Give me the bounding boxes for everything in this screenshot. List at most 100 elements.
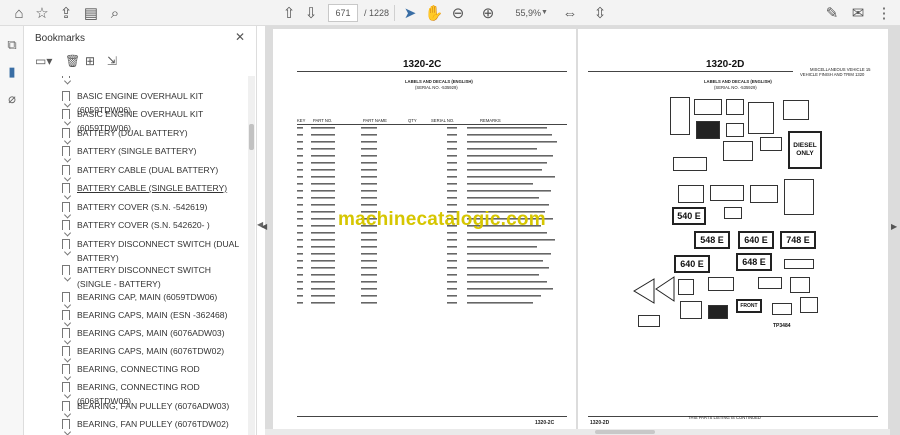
bookmark-item[interactable]: BATTERY DISCONNECT SWITCH (SINGLE - BATT… [25,263,247,291]
decal-illustration [758,277,782,289]
search-icon[interactable]: ⌕ [105,3,125,23]
bookmark-item[interactable]: BASIC LOCKING & WINCH SIDE SHIELD [25,76,247,82]
bookmark-item[interactable]: BEARING CAP, MAIN (6059TDW06) [25,290,247,306]
bookmark-label: BATTERY COVER (S.N. 542620- ) [77,220,210,230]
horizontal-scrollbar[interactable] [265,429,890,435]
panel-scrollbar[interactable] [248,76,255,435]
menu-icon[interactable]: ⋮ [874,3,894,23]
page-up-icon[interactable]: ⇧ [279,3,299,23]
decal-illustration [678,279,694,295]
bookmark-icon [62,202,70,212]
bookmark-icon [62,165,70,175]
select-cursor-icon[interactable]: ➤ [400,3,420,23]
bookmark-label: BATTERY CABLE (DUAL BATTERY) [77,165,219,175]
attachments-icon[interactable]: ⌀ [3,90,21,108]
bookmarks-icon[interactable]: ▮ [3,63,21,81]
sign-icon[interactable]: ✎ [822,3,842,23]
bookmark-item[interactable]: BATTERY COVER (S.N. -542619) [25,200,247,216]
scroll-mode-icon[interactable]: ⇳ [590,3,610,23]
decal-illustration [680,301,702,319]
next-page-arrow-icon[interactable]: ▶ [891,222,897,231]
bookmark-label: BEARING, FAN PULLEY (6076TDW02) [77,419,229,429]
bookmark-item[interactable]: BATTERY (DUAL BATTERY) [25,126,247,142]
right-header-line-2: VEHICLE FINISH AND TRIM 1320 [800,72,865,77]
model-548e-decal: 548 E [694,231,730,249]
scrollbar-thumb[interactable] [595,430,655,434]
model-640e-decal-2: 640 E [674,255,710,273]
bookmark-label: BATTERY COVER (S.N. -542619) [77,202,208,212]
bookmark-item[interactable]: BATTERY DISCONNECT SWITCH (DUAL BATTERY) [25,237,247,265]
close-icon[interactable]: ✕ [235,30,245,44]
navigation-rail: ⧉ ▮ ⌀ [0,26,24,435]
toolbar: ⌂ ☆ ⇪ ▤ ⌕ ⇧ ⇩ 671 / 1228 ➤ ✋ ⊖ ⊕ 55,9% ▼… [0,0,900,26]
bookmark-item[interactable]: BATTERY (SINGLE BATTERY) [25,144,247,160]
bookmark-item[interactable]: BATTERY COVER (S.N. 542620- ) [25,218,247,234]
zoom-out-icon[interactable]: ⊖ [448,3,468,23]
bookmark-item[interactable]: BATTERY CABLE (DUAL BATTERY) [25,163,247,179]
col-key: KEY [297,118,306,123]
options-menu-icon[interactable]: ▭▾ [35,54,52,68]
bookmark-star-icon[interactable]: ☆ [32,3,52,23]
zoom-in-icon[interactable]: ⊕ [478,3,498,23]
bookmark-icon [62,419,70,429]
bookmark-item[interactable]: BEARING, FAN PULLEY (6076ADW03) [25,399,247,415]
bookmark-icon [62,310,70,320]
bookmark-item[interactable]: BASIC ENGINE OVERHAUL KIT (6059TDW06) [25,107,247,133]
bookmark-item[interactable]: BEARING, CONNECTING ROD [25,362,247,378]
fit-page-icon[interactable]: ⇔ [560,3,580,23]
decal-illustration [790,277,810,293]
mail-icon[interactable]: ✉ [848,3,868,23]
model-540e-decal: 540 E [672,207,706,225]
add-bookmark-icon[interactable]: ⊞ [85,54,95,68]
bookmarks-panel: Bookmarks ✕ ▭▾ 🗑 ⊞ ⇲ BASIC LOCKING & WIN… [25,26,257,435]
bookmark-item[interactable]: BASIC ENGINE OVERHAUL KIT (6059TDW06) [25,89,247,115]
bookmark-item[interactable]: BEARING, CONNECTING ROD (6068TDW06) [25,380,247,406]
upload-icon[interactable]: ⇪ [56,3,76,23]
bookmark-icon [62,265,70,275]
diesel-only-decal: DIESEL ONLY [788,131,822,169]
front-decal: FRONT [736,299,762,313]
bookmark-item[interactable]: BATTERY CABLE (SINGLE BATTERY) [25,181,247,197]
bookmark-icon [62,401,70,411]
bookmark-label: BATTERY DISCONNECT SWITCH (SINGLE - BATT… [77,265,212,289]
decal-illustration [724,207,742,219]
delete-bookmark-icon[interactable]: 🗑 [65,54,80,68]
home-icon[interactable]: ⌂ [9,3,29,23]
footer-rule [297,416,567,417]
bookmark-item[interactable]: BEARING CAPS, MAIN (6076ADW03) [25,326,247,342]
bookmark-label: BEARING CAPS, MAIN (6076ADW03) [77,328,225,338]
bookmark-icon [62,239,70,249]
page-number-input[interactable]: 671 [328,4,358,22]
hand-tool-icon[interactable]: ✋ [424,3,444,23]
scrollbar-thumb[interactable] [249,124,254,150]
table-header-rule [297,124,567,125]
bookmark-item[interactable]: BEARING CAPS, MAIN (6076TDW02) [25,344,247,360]
print-icon[interactable]: ▤ [81,3,101,23]
bookmark-item[interactable]: BEARING, FAN PULLEY (6076TDW02) [25,417,247,433]
col-serial-no: SERIAL NO. [431,118,455,123]
chevron-down-icon[interactable]: ▼ [541,9,548,16]
bookmark-label: BATTERY DISCONNECT SWITCH (DUAL BATTERY) [77,239,239,263]
triangle-decals [633,276,675,304]
bookmark-item[interactable]: BEARING CAPS, MAIN (ESN -362468) [25,308,247,324]
col-remarks: REMARKS [480,118,501,123]
decal-illustration [784,259,814,269]
bookmark-icon [62,109,70,119]
panel-title: Bookmarks [35,33,86,44]
decal-illustration [760,137,782,151]
page-right: MISCELLANEOUS VEHICLE 15 VEHICLE FINISH … [578,29,888,431]
prev-page-arrow-icon[interactable]: ◀ [261,222,267,231]
decal-illustration [772,303,792,315]
page-thumbnails-icon[interactable]: ⧉ [3,36,21,54]
bookmark-label: BATTERY (DUAL BATTERY) [77,128,188,138]
decal-illustration [696,121,720,139]
figure-id: TP3484 [773,323,791,329]
decal-illustration [723,141,753,161]
col-part-no: PART NO. [313,118,333,123]
bookmark-label: BATTERY CABLE (SINGLE BATTERY) [77,183,228,193]
page-title-left: 1320-2C [403,59,442,70]
page-down-icon[interactable]: ⇩ [301,3,321,23]
decal-illustration [726,99,744,115]
expand-bookmark-icon[interactable]: ⇲ [107,54,117,68]
col-part-name: PART NAME [363,118,387,123]
